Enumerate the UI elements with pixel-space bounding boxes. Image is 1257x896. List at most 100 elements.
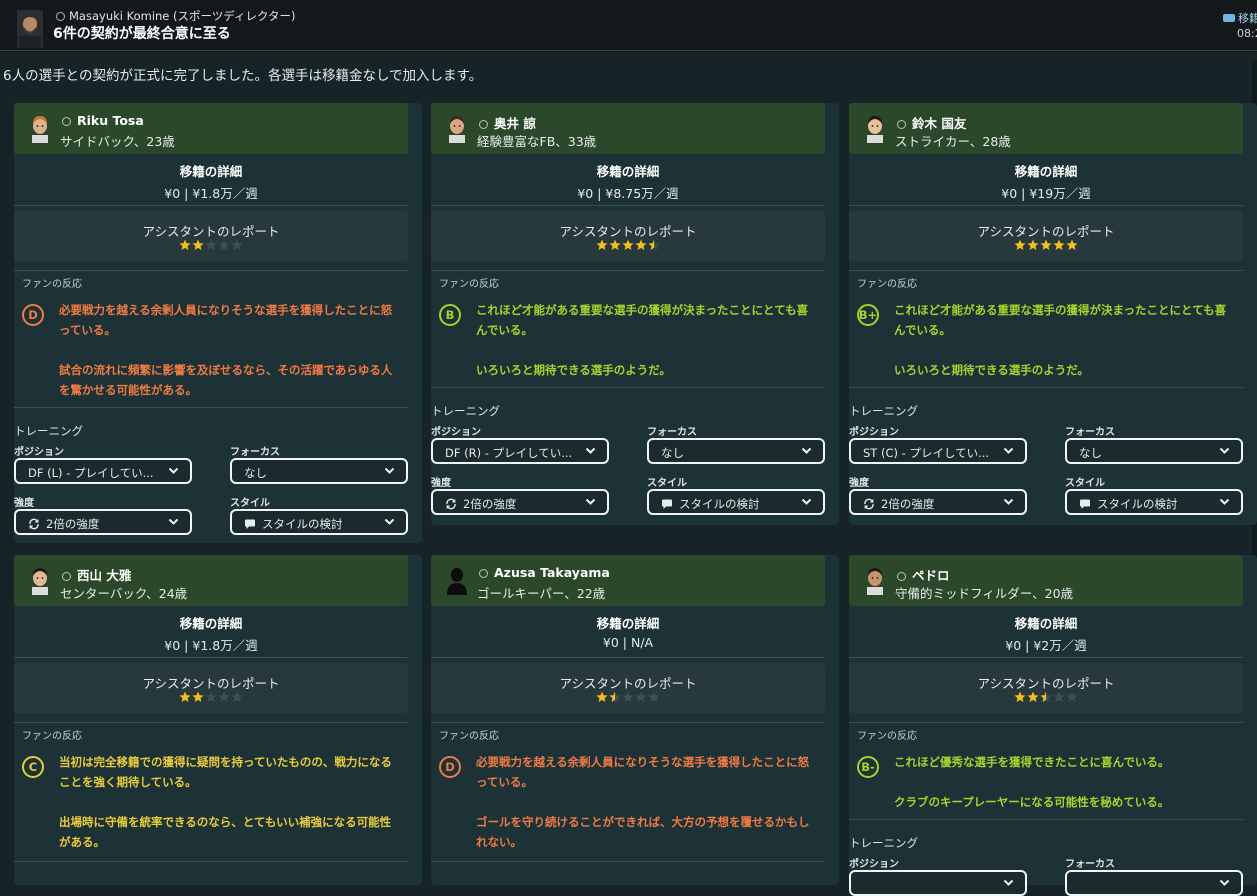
- star-icon: [1066, 691, 1078, 702]
- star-icon: [648, 691, 660, 702]
- fan-grade-badge: D: [439, 756, 461, 778]
- intensity-select[interactable]: 2倍の強度: [431, 489, 609, 515]
- player-avatar: [867, 116, 883, 143]
- card-divider: [849, 205, 1243, 206]
- sender-line: Masayuki Komine (スポーツディレクター): [56, 8, 296, 24]
- training-title: トレーニング: [14, 424, 83, 438]
- fan-reaction-line: 出場時に守備を統率できるのなら、とてもいい補強になる可能性がある。: [59, 815, 392, 849]
- intensity-value: 2倍の強度: [881, 497, 935, 511]
- transfer-details-title: 移籍の詳細: [179, 616, 243, 631]
- fan-reaction-text: これほど才能がある重要な選手の獲得が決まったことにとても喜んでいる。 いろいろと…: [476, 300, 816, 380]
- card-divider: [431, 387, 825, 388]
- style-select[interactable]: スタイルの検討: [647, 489, 825, 515]
- sender-avatar: [17, 10, 43, 48]
- fan-grade-badge: B-: [857, 756, 879, 778]
- style-value: スタイルの検討: [262, 517, 343, 531]
- fan-reaction-text: 必要戦力を越える余剰人員になりそうな選手を獲得したことに怒っている。 試合の流れ…: [59, 300, 399, 400]
- position-label: ポジション: [849, 427, 899, 438]
- intensity-select[interactable]: 2倍の強度: [14, 509, 192, 535]
- fan-reaction-line: これほど才能がある重要な選手の獲得が決まったことにとても喜んでいる。: [894, 303, 1227, 337]
- person-icon: [479, 120, 488, 129]
- focus-select[interactable]: [1065, 870, 1243, 896]
- fan-reaction-title: ファンの反応: [857, 279, 917, 290]
- fan-reaction-line: これほど才能がある重要な選手の獲得が決まったことにとても喜んでいる。: [476, 303, 809, 337]
- star-rating: [14, 239, 408, 251]
- star-icon: [622, 691, 634, 702]
- player-name[interactable]: Azusa Takayama: [494, 565, 610, 580]
- assistant-report[interactable]: アシスタントのレポート: [431, 663, 825, 713]
- position-select[interactable]: [849, 870, 1027, 896]
- fan-reaction-title: ファンの反応: [439, 279, 499, 290]
- star-icon: [218, 239, 230, 250]
- style-label: スタイル: [647, 478, 687, 489]
- focus-select[interactable]: なし: [647, 438, 825, 464]
- focus-label: フォーカス: [1065, 859, 1115, 870]
- chevron-down-icon: [168, 518, 179, 525]
- chevron-down-icon: [168, 467, 179, 474]
- player-header[interactable]: Riku Tosa サイドバック、23歳: [14, 103, 408, 154]
- focus-label: フォーカス: [1065, 427, 1115, 438]
- card-divider: [849, 722, 1243, 723]
- fan-reaction-text: 当初は完全移籍での獲得に疑問を持っていたものの、戦力になることを強く期待している…: [59, 752, 399, 852]
- intensity-select[interactable]: 2倍の強度: [849, 489, 1027, 515]
- fan-reaction-line: 当初は完全移籍での獲得に疑問を持っていたものの、戦力になることを強く期待している…: [59, 755, 392, 789]
- chevron-down-icon: [1003, 498, 1014, 505]
- chevron-down-icon: [585, 447, 596, 454]
- player-description: センターバック、24歳: [60, 586, 188, 601]
- person-icon: [56, 12, 65, 21]
- player-description: 守備的ミッドフィルダー、20歳: [895, 586, 1074, 601]
- star-icon: [179, 239, 191, 250]
- style-select[interactable]: スタイルの検討: [1065, 489, 1243, 515]
- player-name[interactable]: 鈴木 国友: [912, 116, 966, 131]
- card-divider: [14, 407, 408, 408]
- star-icon: [609, 239, 621, 250]
- player-header[interactable]: ペドロ 守備的ミッドフィルダー、20歳: [849, 555, 1243, 606]
- player-avatar: [447, 568, 467, 595]
- player-name-line[interactable]: 西山 大雅: [62, 565, 131, 584]
- star-icon: [596, 239, 608, 250]
- player-name-line[interactable]: 鈴木 国友: [897, 113, 966, 132]
- focus-value: なし: [661, 446, 684, 460]
- position-value: DF (L) - プレイしてい...: [28, 466, 154, 480]
- style-select[interactable]: スタイルの検討: [230, 509, 408, 535]
- player-name-line[interactable]: 奥井 諒: [479, 113, 536, 132]
- focus-select[interactable]: なし: [230, 458, 408, 484]
- position-select[interactable]: DF (R) - プレイしてい...: [431, 438, 609, 464]
- person-icon: [479, 569, 488, 578]
- player-name-line[interactable]: Azusa Takayama: [479, 565, 610, 580]
- player-name[interactable]: Riku Tosa: [77, 113, 144, 128]
- person-icon: [62, 572, 71, 581]
- player-header[interactable]: 鈴木 国友 ストライカー、28歳: [849, 103, 1243, 154]
- card-divider: [431, 657, 825, 658]
- chevron-down-icon: [585, 498, 596, 505]
- player-name[interactable]: ペドロ: [912, 568, 950, 583]
- focus-select[interactable]: なし: [1065, 438, 1243, 464]
- intensity-label: 強度: [14, 498, 34, 509]
- player-name-line[interactable]: Riku Tosa: [62, 113, 144, 128]
- chevron-down-icon: [1003, 447, 1014, 454]
- player-name-line[interactable]: ペドロ: [897, 565, 950, 584]
- person-icon: [897, 572, 906, 581]
- assistant-report[interactable]: アシスタントのレポート: [14, 663, 408, 713]
- fan-reaction-line: いろいろと期待できる選手のようだ。: [894, 363, 1089, 377]
- player-header[interactable]: Azusa Takayama ゴールキーパー、22歳: [431, 555, 825, 606]
- player-name[interactable]: 西山 大雅: [77, 568, 131, 583]
- training-title: トレーニング: [849, 836, 918, 850]
- assistant-report[interactable]: アシスタントのレポート: [431, 211, 825, 261]
- position-select[interactable]: DF (L) - プレイしてい...: [14, 458, 192, 484]
- fan-reaction-text: これほど才能がある重要な選手の獲得が決まったことにとても喜んでいる。 いろいろと…: [894, 300, 1234, 380]
- assistant-report[interactable]: アシスタントのレポート: [849, 663, 1243, 713]
- star-icon: [609, 691, 621, 702]
- assistant-report[interactable]: アシスタントのレポート: [14, 211, 408, 261]
- star-rating: [14, 691, 408, 703]
- position-label: ポジション: [849, 859, 899, 870]
- position-select[interactable]: ST (C) - プレイしてい...: [849, 438, 1027, 464]
- category-tag[interactable]: 移籍: [1223, 10, 1257, 26]
- player-header[interactable]: 西山 大雅 センターバック、24歳: [14, 555, 408, 606]
- player-header[interactable]: 奥井 諒 経験豊富なFB、33歳: [431, 103, 825, 154]
- header-divider: [0, 50, 1257, 51]
- fan-reaction-title: ファンの反応: [857, 731, 917, 742]
- player-name[interactable]: 奥井 諒: [494, 116, 536, 131]
- star-icon: [192, 239, 204, 250]
- assistant-report[interactable]: アシスタントのレポート: [849, 211, 1243, 261]
